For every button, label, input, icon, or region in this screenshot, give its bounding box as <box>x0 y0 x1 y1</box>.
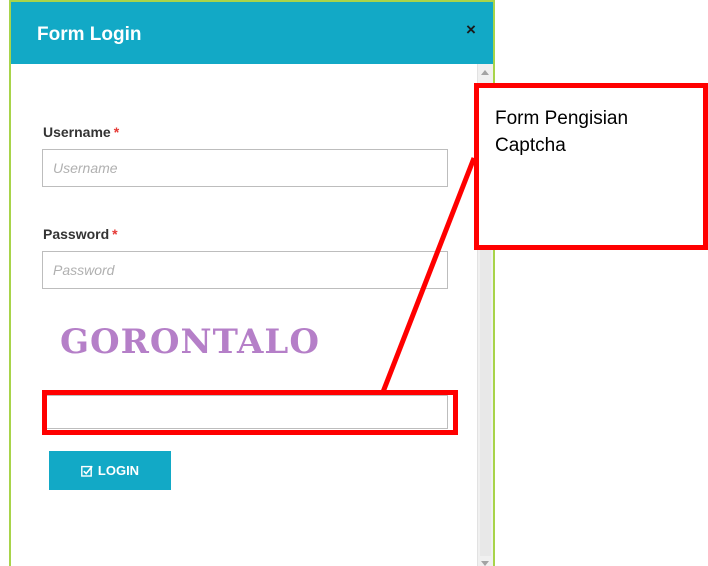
modal-title: Form Login <box>37 24 142 45</box>
password-label-text: Password <box>43 226 110 242</box>
callout-text: Form Pengisian Captcha <box>495 108 629 156</box>
scroll-down-arrow-icon[interactable] <box>481 561 489 566</box>
modal-header: Form Login × <box>11 2 493 64</box>
close-icon[interactable]: × <box>461 20 481 40</box>
captcha-image: GORONTALO <box>60 322 320 362</box>
username-input[interactable] <box>42 149 448 187</box>
password-label: Password * <box>43 226 118 242</box>
login-modal: Form Login × Username* Password* GORONTA… <box>9 0 495 566</box>
login-button[interactable]: LOGIN <box>49 451 171 490</box>
login-button-label: LOGIN <box>97 463 140 478</box>
scroll-up-arrow-icon[interactable] <box>481 70 489 75</box>
password-input[interactable] <box>42 251 448 289</box>
username-label-text: Username <box>43 124 111 140</box>
username-label: Username * <box>43 124 119 140</box>
required-mark: * <box>113 124 120 140</box>
captcha-highlight-box <box>42 390 458 435</box>
check-square-icon <box>81 465 93 477</box>
stage: Form Login × Username* Password* GORONTA… <box>0 0 708 566</box>
callout-box: Form Pengisian Captcha <box>474 83 708 250</box>
required-mark: * <box>112 226 118 242</box>
